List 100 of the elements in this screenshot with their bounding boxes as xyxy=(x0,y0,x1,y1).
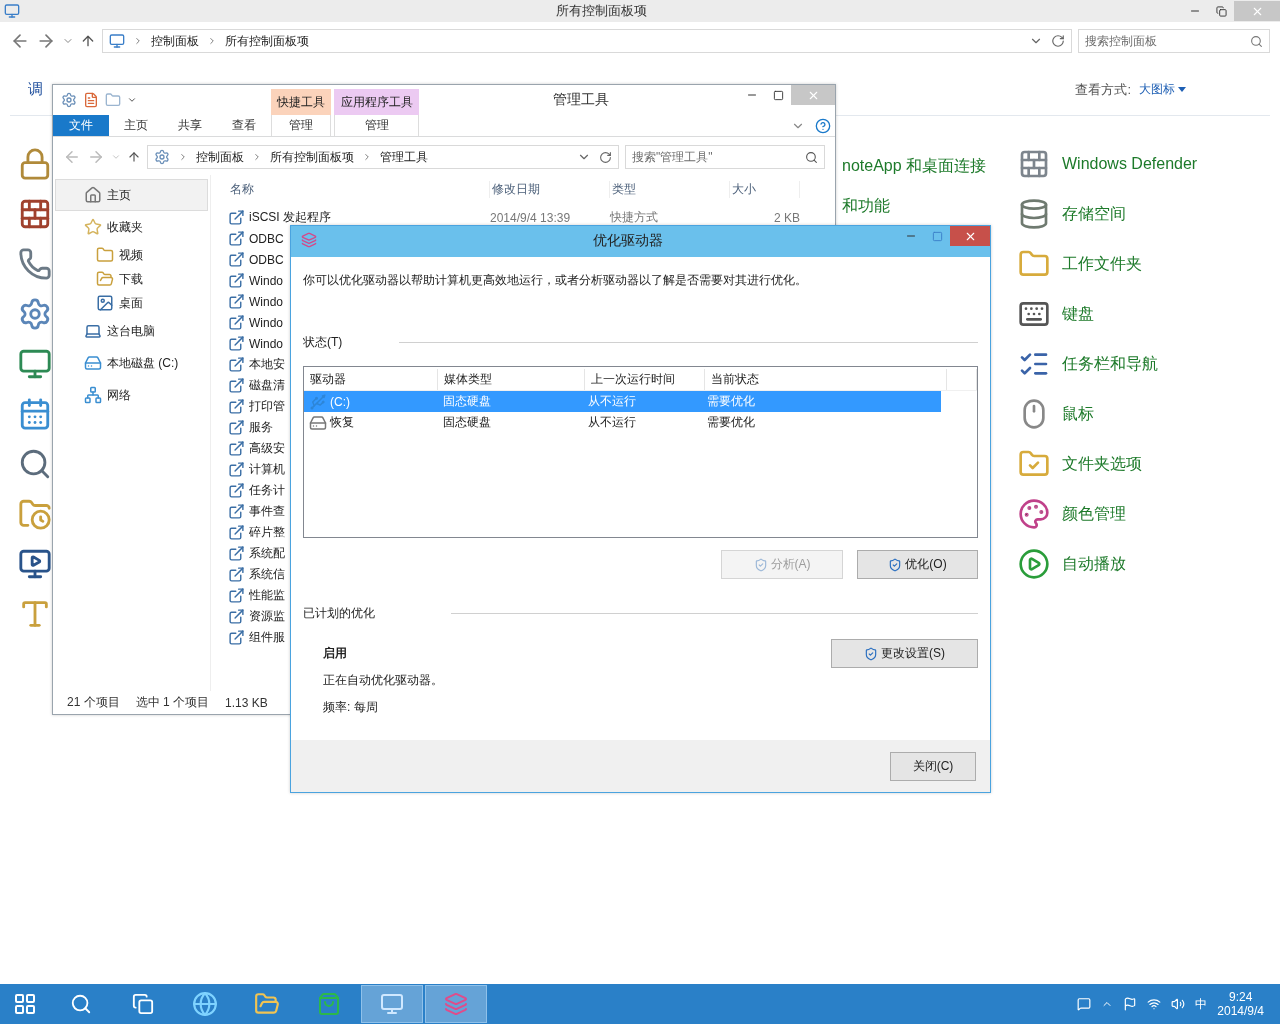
maximize-icon xyxy=(772,89,784,101)
page-heading: 调 xyxy=(28,80,43,99)
schedule-status: 启用 xyxy=(323,645,348,662)
control-panel-item[interactable]: 任务栏和导航 xyxy=(1062,353,1158,375)
last-run: 从不运行 xyxy=(587,393,638,410)
control-panel-item[interactable]: 和功能 xyxy=(842,195,890,217)
search-field[interactable]: 搜索"管理工具" xyxy=(625,145,825,169)
breadcrumb[interactable]: 控制面板 xyxy=(151,32,199,50)
breadcrumb[interactable]: 所有控制面板项 xyxy=(225,32,309,50)
folder-clock-icon xyxy=(18,497,52,531)
input-method[interactable]: 中 xyxy=(1195,995,1208,1013)
control-panel-item[interactable]: 颜色管理 xyxy=(1062,503,1126,525)
shortcut-icon xyxy=(228,503,245,520)
nav-label: 网络 xyxy=(107,386,131,404)
nav-item[interactable]: 主页 xyxy=(55,179,208,211)
nav-item[interactable]: 下载 xyxy=(55,267,208,291)
caret-icon xyxy=(111,152,121,162)
control-panel-item[interactable]: Windows Defender xyxy=(1062,155,1198,173)
nav-item[interactable]: 桌面 xyxy=(55,291,208,315)
network-icon xyxy=(84,386,102,404)
control-panel-icon xyxy=(109,33,125,49)
control-panel-icon xyxy=(380,992,404,1016)
control-panel-item[interactable]: 自动播放 xyxy=(1062,553,1126,575)
ribbon-tab[interactable]: 查看 xyxy=(217,115,271,136)
drive-icon xyxy=(309,392,327,411)
home-icon xyxy=(84,186,102,204)
flag-icon xyxy=(1123,997,1138,1011)
brick-wall-icon xyxy=(1018,148,1050,180)
last-run: 从不运行 xyxy=(587,414,638,431)
windows-icon xyxy=(13,992,37,1016)
breadcrumb[interactable]: 所有控制面板项 xyxy=(270,148,354,166)
action-button[interactable]: 优化(O) xyxy=(857,550,978,579)
file-name: 本地安 xyxy=(249,356,285,373)
shortcut-icon xyxy=(228,293,245,310)
ribbon-tab[interactable]: 管理 xyxy=(271,115,331,136)
control-panel-item[interactable]: 文件夹选项 xyxy=(1062,453,1142,475)
drive-row[interactable]: 恢复 固态硬盘 从不运行 需要优化 xyxy=(304,412,941,433)
nav-label: 桌面 xyxy=(119,294,143,312)
search-field[interactable]: 搜索控制面板 xyxy=(1078,29,1270,53)
nav-item[interactable]: 本地磁盘 (C:) xyxy=(55,347,208,379)
section-label: 已计划的优化 xyxy=(303,605,376,622)
control-panel-item[interactable]: 工作文件夹 xyxy=(1062,253,1142,275)
breadcrumb[interactable]: 管理工具 xyxy=(380,148,428,166)
nav-item[interactable]: 网络 xyxy=(55,379,208,411)
ribbon-tab[interactable]: 主页 xyxy=(109,115,163,136)
control-panel-item[interactable]: 存储空间 xyxy=(1062,203,1126,225)
desktop-icon xyxy=(96,294,114,312)
column-header[interactable]: 名称 xyxy=(228,180,490,198)
status-text: 21 个项目 xyxy=(67,694,120,711)
gear-icon xyxy=(61,92,77,108)
ribbon-tab[interactable]: 管理 xyxy=(334,115,419,136)
file-name: 任务计 xyxy=(249,482,285,499)
address-bar[interactable]: 控制面板 所有控制面板项 管理工具 xyxy=(147,145,619,169)
breadcrumb[interactable]: 控制面板 xyxy=(196,148,244,166)
properties-icon xyxy=(83,92,99,108)
column-header[interactable]: 大小 xyxy=(730,180,800,198)
file-name: 计算机 xyxy=(249,461,285,478)
file-name: ODBC xyxy=(249,231,284,246)
nav-label: 这台电脑 xyxy=(107,322,155,340)
search-icon xyxy=(1250,34,1263,48)
file-menu-button[interactable]: 文件 xyxy=(53,115,109,136)
close-button[interactable] xyxy=(950,226,990,246)
ribbon-tab[interactable]: 共享 xyxy=(163,115,217,136)
shortcut-icon xyxy=(228,461,245,478)
nav-item[interactable]: 这台电脑 xyxy=(55,315,208,347)
column-header[interactable]: 当前状态 xyxy=(705,369,947,390)
media-type: 固态硬盘 xyxy=(441,414,492,431)
taskbar-button[interactable] xyxy=(361,985,423,1023)
monitor-icon xyxy=(18,347,52,381)
maximize-icon xyxy=(931,230,943,242)
column-header[interactable]: 上一次运行时间 xyxy=(585,369,705,390)
refresh-icon xyxy=(1051,34,1065,48)
shortcut-icon xyxy=(228,230,245,247)
close-dialog-button[interactable]: 关闭(C) xyxy=(890,751,976,781)
taskbar-button[interactable] xyxy=(425,985,487,1023)
display-icon xyxy=(18,547,52,581)
folder-icon xyxy=(96,270,114,288)
control-panel-item[interactable]: 鼠标 xyxy=(1062,403,1094,425)
nav-item[interactable]: 视频 xyxy=(55,243,208,267)
drive-icon xyxy=(309,413,327,432)
view-dropdown[interactable]: 大图标 xyxy=(1139,81,1186,98)
nav-label: 视频 xyxy=(119,246,143,264)
change-settings-button[interactable]: 更改设置(S) xyxy=(831,639,978,668)
file-name: 服务 xyxy=(249,419,273,436)
file-name: 打印管 xyxy=(249,398,285,415)
column-header[interactable]: 媒体类型 xyxy=(438,369,585,390)
database-icon xyxy=(1018,198,1050,230)
column-header[interactable]: 类型 xyxy=(610,180,730,198)
file-name: Windo xyxy=(249,273,283,288)
control-panel-item[interactable]: noteApp 和桌面连接 xyxy=(842,155,987,177)
control-panel-item[interactable]: 键盘 xyxy=(1062,303,1094,325)
file-name: 资源监 xyxy=(249,608,285,625)
nav-item[interactable]: 收藏夹 xyxy=(55,211,208,243)
shortcut-icon xyxy=(228,545,245,562)
frequency-text: 频率: 每周 xyxy=(323,699,379,716)
help-icon xyxy=(815,117,831,134)
file-name: ODBC xyxy=(249,252,284,267)
column-header[interactable]: 驱动器 xyxy=(304,369,438,390)
column-header[interactable]: 修改日期 xyxy=(490,180,610,198)
address-bar[interactable]: 控制面板 所有控制面板项 xyxy=(102,29,1072,53)
